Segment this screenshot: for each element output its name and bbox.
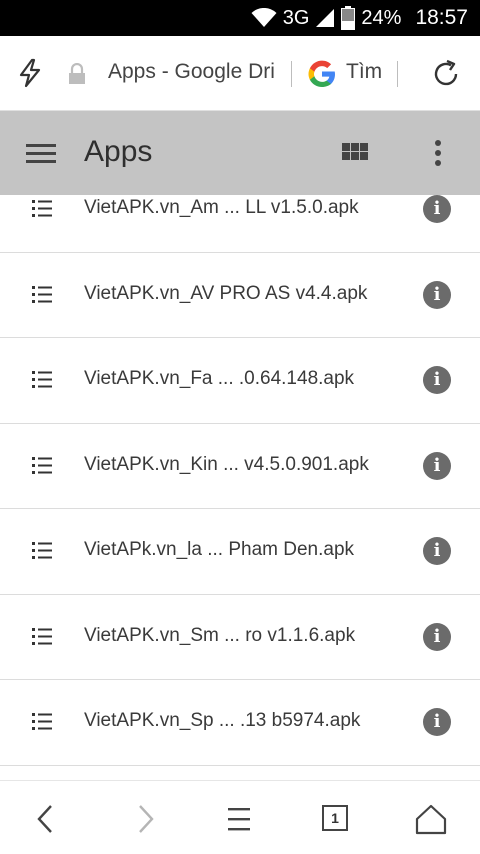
info-icon[interactable]: i [423, 366, 451, 394]
file-name: VietAPK.vn_Sm ... ro v1.1.6.apk [84, 624, 356, 646]
info-icon[interactable]: i [423, 708, 451, 736]
file-name: VietAPk.vn_la ... Pham Den.apk [84, 539, 355, 560]
file-name: VietAPK.vn_Am ... LL v1.5.0.apk [84, 197, 359, 218]
file-name: VietAPK.vn_Fa ... .0.64.148.apk [84, 368, 355, 389]
battery-icon [341, 6, 356, 30]
google-logo-icon[interactable] [306, 58, 338, 90]
list-item[interactable]: VietAPk.vn_la ... Pham Den.apk i [0, 509, 480, 595]
file-list-icon [32, 542, 52, 559]
battery-level: 24% [361, 6, 402, 29]
reload-icon[interactable] [430, 58, 462, 90]
file-name: VietAPK.vn_Kin ... v4.5.0.901.apk [84, 453, 369, 475]
search-label[interactable]: Tìm [346, 60, 382, 84]
lightning-icon[interactable] [16, 58, 44, 88]
file-list[interactable]: VietAPK.vn_Am ... LL v1.5.0.apk i VietAPK.… [0, 195, 480, 780]
info-icon[interactable]: i [423, 622, 451, 651]
info-icon[interactable]: i [423, 280, 451, 309]
info-icon[interactable]: i [423, 195, 451, 223]
info-icon[interactable]: i [423, 451, 451, 480]
app-header: Apps [0, 111, 480, 195]
file-list-icon [32, 371, 52, 388]
forward-icon[interactable] [127, 801, 163, 837]
list-item[interactable]: VietAPK.vn_Sp ... .13 b5974.apk i [0, 680, 480, 766]
file-list-icon [32, 456, 52, 474]
file-list-icon [32, 200, 52, 217]
wifi-icon [251, 8, 277, 27]
list-item[interactable]: i [0, 766, 480, 781]
signal-icon [316, 9, 335, 27]
file-list-icon [32, 713, 52, 730]
list-item[interactable]: VietAPK.vn_Kin ... v4.5.0.901.apk i [0, 424, 480, 509]
list-item[interactable]: VietAPK.vn_Am ... LL v1.5.0.apk i [0, 195, 480, 253]
clock: 18:57 [415, 6, 468, 29]
list-item[interactable]: VietAPK.vn_Fa ... .0.64.148.apk i [0, 338, 480, 424]
file-name: VietAPK.vn_Sp ... .13 b5974.apk [84, 710, 361, 731]
file-list-icon [32, 627, 52, 645]
browser-bottom-nav: 1 [0, 780, 480, 854]
more-options-icon[interactable] [426, 137, 450, 169]
file-name: VietAPK.vn_AV PRO AS v4.4.apk [84, 282, 368, 304]
network-type: 3G [282, 6, 310, 29]
hamburger-menu-icon[interactable] [26, 140, 56, 166]
back-icon[interactable] [28, 801, 64, 837]
menu-icon[interactable] [221, 801, 257, 837]
status-bar: 3G 24% 18:57 [0, 0, 480, 36]
list-item[interactable]: VietAPK.vn_AV PRO AS v4.4.apk i [0, 253, 480, 338]
file-list-icon [32, 285, 52, 303]
page-title: Apps [84, 135, 153, 168]
browser-toolbar: Apps - Google Dri Tìm [0, 36, 480, 111]
status-icons: 3G 24% 18:57 [251, 0, 468, 36]
lock-icon [69, 63, 85, 84]
home-icon[interactable] [413, 801, 449, 837]
grid-view-icon[interactable] [340, 139, 370, 167]
divider [291, 61, 292, 87]
info-icon[interactable]: i [423, 537, 451, 565]
list-item[interactable]: VietAPK.vn_Sm ... ro v1.1.6.apk i [0, 595, 480, 680]
tabs-button[interactable]: 1 [322, 805, 348, 831]
address-bar[interactable]: Apps - Google Dri [108, 60, 278, 88]
divider [397, 61, 398, 87]
